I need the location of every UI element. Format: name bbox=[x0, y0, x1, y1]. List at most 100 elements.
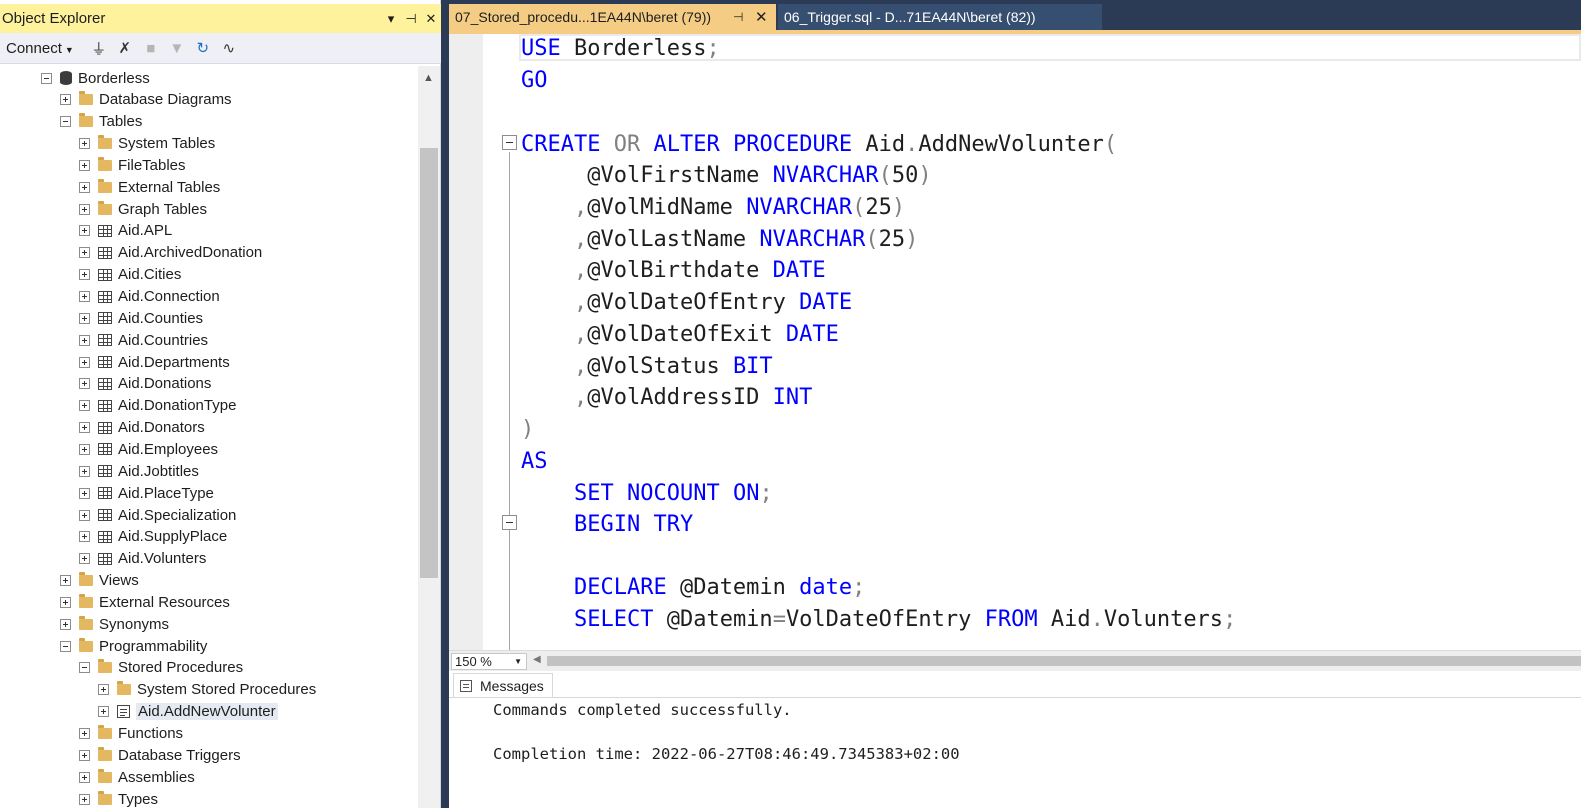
expand-icon[interactable] bbox=[60, 596, 71, 608]
tree-node[interactable]: Synonyms bbox=[60, 613, 169, 635]
tree-node[interactable]: Aid.Jobtitles bbox=[79, 460, 199, 482]
expand-icon[interactable] bbox=[79, 422, 90, 434]
expand-icon[interactable] bbox=[79, 312, 90, 324]
expand-icon[interactable] bbox=[79, 728, 90, 739]
object-explorer-scrollbar[interactable]: ▲ bbox=[418, 66, 440, 808]
expand-icon[interactable] bbox=[60, 94, 71, 106]
expand-icon[interactable] bbox=[79, 531, 90, 543]
expand-icon[interactable] bbox=[79, 487, 90, 499]
code-token: @VolFirstName bbox=[521, 163, 773, 188]
activity-monitor-icon[interactable]: ∿ bbox=[216, 39, 242, 57]
tree-node[interactable]: System Stored Procedures bbox=[98, 679, 316, 701]
expand-icon[interactable] bbox=[79, 378, 90, 390]
tab-stored-procedures-query[interactable]: 07_Stored_procedu...1EA44N\beret (79)) ⊣… bbox=[449, 4, 776, 30]
zoom-select[interactable]: 150 % ▼ bbox=[451, 653, 527, 670]
expand-icon[interactable] bbox=[79, 356, 90, 368]
expand-icon[interactable] bbox=[79, 553, 90, 565]
refresh-icon[interactable]: ↻ bbox=[190, 39, 216, 57]
scroll-left-icon[interactable]: ◀ bbox=[533, 654, 541, 665]
expand-icon[interactable] bbox=[79, 269, 90, 281]
collapse-region-icon[interactable] bbox=[502, 515, 517, 530]
tree-node[interactable]: External Resources bbox=[60, 591, 230, 613]
tree-node[interactable]: Database Triggers bbox=[79, 744, 241, 766]
expand-icon[interactable] bbox=[79, 291, 90, 302]
expand-icon[interactable] bbox=[79, 247, 90, 259]
tree-node[interactable]: Aid.Specialization bbox=[79, 504, 236, 526]
collapse-icon[interactable] bbox=[60, 640, 71, 652]
tab-messages[interactable]: Messages bbox=[453, 673, 553, 697]
code-token: . bbox=[1090, 607, 1104, 632]
tree-node[interactable]: Aid.PlaceType bbox=[79, 482, 214, 504]
expand-icon[interactable] bbox=[79, 138, 90, 150]
tree-node[interactable]: Aid.Cities bbox=[79, 264, 181, 286]
tree-node-label: Aid.Specialization bbox=[118, 506, 237, 524]
tree-node[interactable]: FileTables bbox=[79, 154, 186, 176]
tree-node[interactable]: Aid.APL bbox=[79, 220, 172, 242]
tree-node[interactable]: Aid.Countries bbox=[79, 329, 208, 351]
collapse-icon[interactable] bbox=[41, 72, 52, 84]
database-icon bbox=[60, 71, 72, 85]
expand-icon[interactable] bbox=[79, 749, 90, 761]
disconnect-icon[interactable]: ✗ bbox=[112, 39, 138, 57]
expand-icon[interactable] bbox=[79, 400, 90, 412]
tree-node[interactable]: Graph Tables bbox=[79, 198, 207, 220]
horizontal-scrollbar-thumb[interactable] bbox=[547, 656, 1581, 666]
tree-node[interactable]: Assemblies bbox=[79, 766, 195, 788]
tree-node[interactable]: Functions bbox=[79, 723, 183, 745]
expand-icon[interactable] bbox=[79, 793, 90, 805]
collapse-icon[interactable] bbox=[60, 116, 71, 128]
scroll-up-icon[interactable]: ▲ bbox=[423, 72, 434, 84]
filter-icon[interactable]: ▼ bbox=[164, 40, 190, 57]
expand-icon[interactable] bbox=[79, 334, 90, 346]
tree-node[interactable]: Aid.Connection bbox=[79, 286, 220, 308]
tree-node[interactable]: Aid.Employees bbox=[79, 438, 218, 460]
tree-node[interactable]: System Tables bbox=[79, 133, 215, 155]
expand-icon[interactable] bbox=[79, 159, 90, 171]
connect-plug-icon[interactable]: ⏚ bbox=[86, 38, 112, 59]
pin-icon[interactable]: ⊣ bbox=[733, 10, 743, 24]
tree-node[interactable]: Aid.AddNewVolunter bbox=[98, 701, 278, 723]
close-icon[interactable]: ✕ bbox=[421, 11, 441, 27]
tree-node[interactable]: Aid.DonationType bbox=[79, 395, 236, 417]
expand-icon[interactable] bbox=[79, 443, 90, 455]
tree-node[interactable]: Views bbox=[60, 570, 139, 592]
expand-icon[interactable] bbox=[79, 225, 90, 237]
expand-icon[interactable] bbox=[60, 575, 71, 587]
tab-trigger-query[interactable]: 06_Trigger.sql - D...71EA44N\beret (82)) bbox=[778, 4, 1102, 30]
tree-node[interactable]: Aid.Counties bbox=[79, 307, 203, 329]
expand-icon[interactable] bbox=[98, 684, 109, 696]
expand-icon[interactable] bbox=[79, 181, 90, 193]
tree-node[interactable]: Tables bbox=[60, 111, 142, 133]
stop-icon[interactable]: ■ bbox=[138, 40, 164, 57]
dropdown-icon[interactable]: ▾ bbox=[381, 11, 401, 27]
expand-icon[interactable] bbox=[79, 771, 90, 783]
expand-icon[interactable] bbox=[79, 203, 90, 215]
tree-node[interactable]: Aid.Donations bbox=[79, 373, 211, 395]
tree-node[interactable]: Aid.Donators bbox=[79, 417, 205, 439]
tree-node[interactable]: Borderless bbox=[41, 67, 150, 89]
tree-node[interactable]: Aid.ArchivedDonation bbox=[79, 242, 262, 264]
tree-node[interactable]: Aid.Volunters bbox=[79, 548, 206, 570]
scrollbar-thumb[interactable] bbox=[420, 148, 438, 578]
collapse-icon[interactable] bbox=[79, 662, 90, 674]
expand-icon[interactable] bbox=[60, 618, 71, 630]
query-editor[interactable]: USE Borderless; GO CREATE OR ALTER PROCEDU… bbox=[449, 30, 1581, 650]
tree-node[interactable]: Stored Procedures bbox=[79, 657, 243, 679]
tree-node[interactable]: Aid.Departments bbox=[79, 351, 230, 373]
tree-node[interactable]: Database Diagrams bbox=[60, 89, 232, 111]
expand-icon[interactable] bbox=[79, 509, 90, 521]
tree-node[interactable]: Types bbox=[79, 788, 158, 808]
messages-icon bbox=[460, 679, 472, 692]
expand-icon[interactable] bbox=[98, 706, 109, 718]
collapse-region-icon[interactable] bbox=[502, 135, 517, 150]
close-icon[interactable]: ✕ bbox=[755, 8, 768, 26]
tree-node[interactable]: External Tables bbox=[79, 176, 220, 198]
pin-icon[interactable]: ⊣ bbox=[401, 11, 421, 27]
tree-node[interactable]: Programmability bbox=[60, 635, 207, 657]
code-token: 50 bbox=[891, 163, 919, 188]
tree-node[interactable]: Aid.SupplyPlace bbox=[79, 526, 227, 548]
expand-icon[interactable] bbox=[79, 465, 90, 477]
connect-button[interactable]: Connect ▼ bbox=[0, 40, 74, 57]
